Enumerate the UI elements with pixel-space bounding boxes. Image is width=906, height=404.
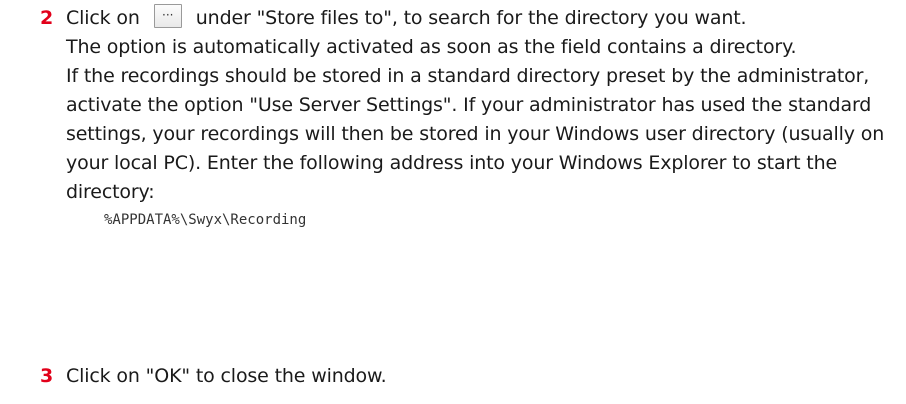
ellipsis-icon: ··· (162, 8, 174, 22)
step-body: Click on "OK" to close the window. (66, 362, 896, 391)
step-number: 3 (40, 365, 54, 387)
directory-path-code: %APPDATA%\Swyx\Recording (104, 212, 307, 228)
browse-button-icon: ··· (153, 4, 182, 28)
server-settings-note: If the recordings should be stored in a … (66, 65, 885, 203)
step-number: 2 (40, 7, 54, 29)
instruction-text-after: under "Store files to", to search for th… (195, 7, 747, 29)
step-body: Click on ··· under "Store files to", to se… (66, 4, 896, 231)
auto-activation-note: The option is automatically activated as… (66, 36, 797, 58)
instruction-text-before: Click on (66, 7, 140, 29)
step-instruction: Click on "OK" to close the window. (66, 365, 387, 387)
step-instruction: Click on ··· under "Store files to", to se… (66, 4, 896, 33)
